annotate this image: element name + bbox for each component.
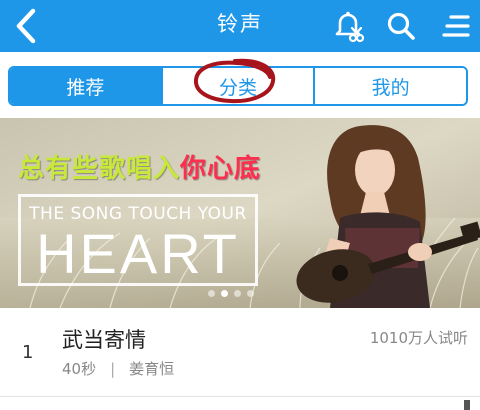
meta-separator: | (110, 359, 116, 378)
segmented-control: 推荐 分类 我的 (8, 66, 468, 106)
slogan-part-2: 你心底 (180, 154, 262, 184)
song-rank: 1 (22, 342, 34, 363)
menu-icon (442, 15, 470, 37)
listen-count: 1010万人试听 (369, 329, 468, 347)
song-artist: 姜育恒 (129, 360, 175, 378)
back-button[interactable] (4, 0, 48, 52)
tab-recommend[interactable]: 推荐 (10, 68, 161, 104)
menu-button[interactable] (436, 0, 476, 52)
song-duration: 40秒 (62, 360, 97, 378)
pager-dot[interactable] (234, 290, 241, 297)
song-list-item[interactable]: 1 武当寄情 40秒 | 姜育恒 1010万人试听 (0, 308, 480, 397)
song-meta: 40秒 | 姜育恒 (62, 358, 174, 379)
pager-dot-active[interactable] (221, 290, 228, 297)
slogan-part-1: 总有些歌唱入 (18, 154, 181, 184)
ringtone-app: 铃声 推荐 分类 我的 总有些歌唱入你心底 THE SONG TOUCH YOU… (0, 0, 480, 410)
bell-scissors-icon (335, 11, 365, 43)
tab-bar: 推荐 分类 我的 (0, 52, 480, 118)
chevron-left-icon (16, 8, 36, 44)
scrollbar-thumb[interactable] (464, 400, 470, 410)
promo-banner[interactable]: 总有些歌唱入你心底 THE SONG TOUCH YOUR HEART (0, 118, 480, 308)
banner-headline-frame: THE SONG TOUCH YOUR HEART (18, 194, 258, 286)
tab-category[interactable]: 分类 (160, 68, 314, 104)
ringtone-cut-button[interactable] (328, 0, 368, 52)
tab-mine[interactable]: 我的 (313, 68, 466, 104)
search-icon (387, 12, 415, 40)
banner-headline-big: HEART (36, 222, 240, 285)
song-title: 武当寄情 (62, 328, 146, 352)
banner-slogan: 总有些歌唱入你心底 (18, 148, 261, 185)
banner-pager (208, 290, 254, 297)
pager-dot[interactable] (247, 290, 254, 297)
banner-headline-small: THE SONG TOUCH YOUR (29, 204, 247, 224)
search-button[interactable] (381, 0, 421, 52)
top-bar: 铃声 (0, 0, 480, 52)
pager-dot[interactable] (208, 290, 215, 297)
